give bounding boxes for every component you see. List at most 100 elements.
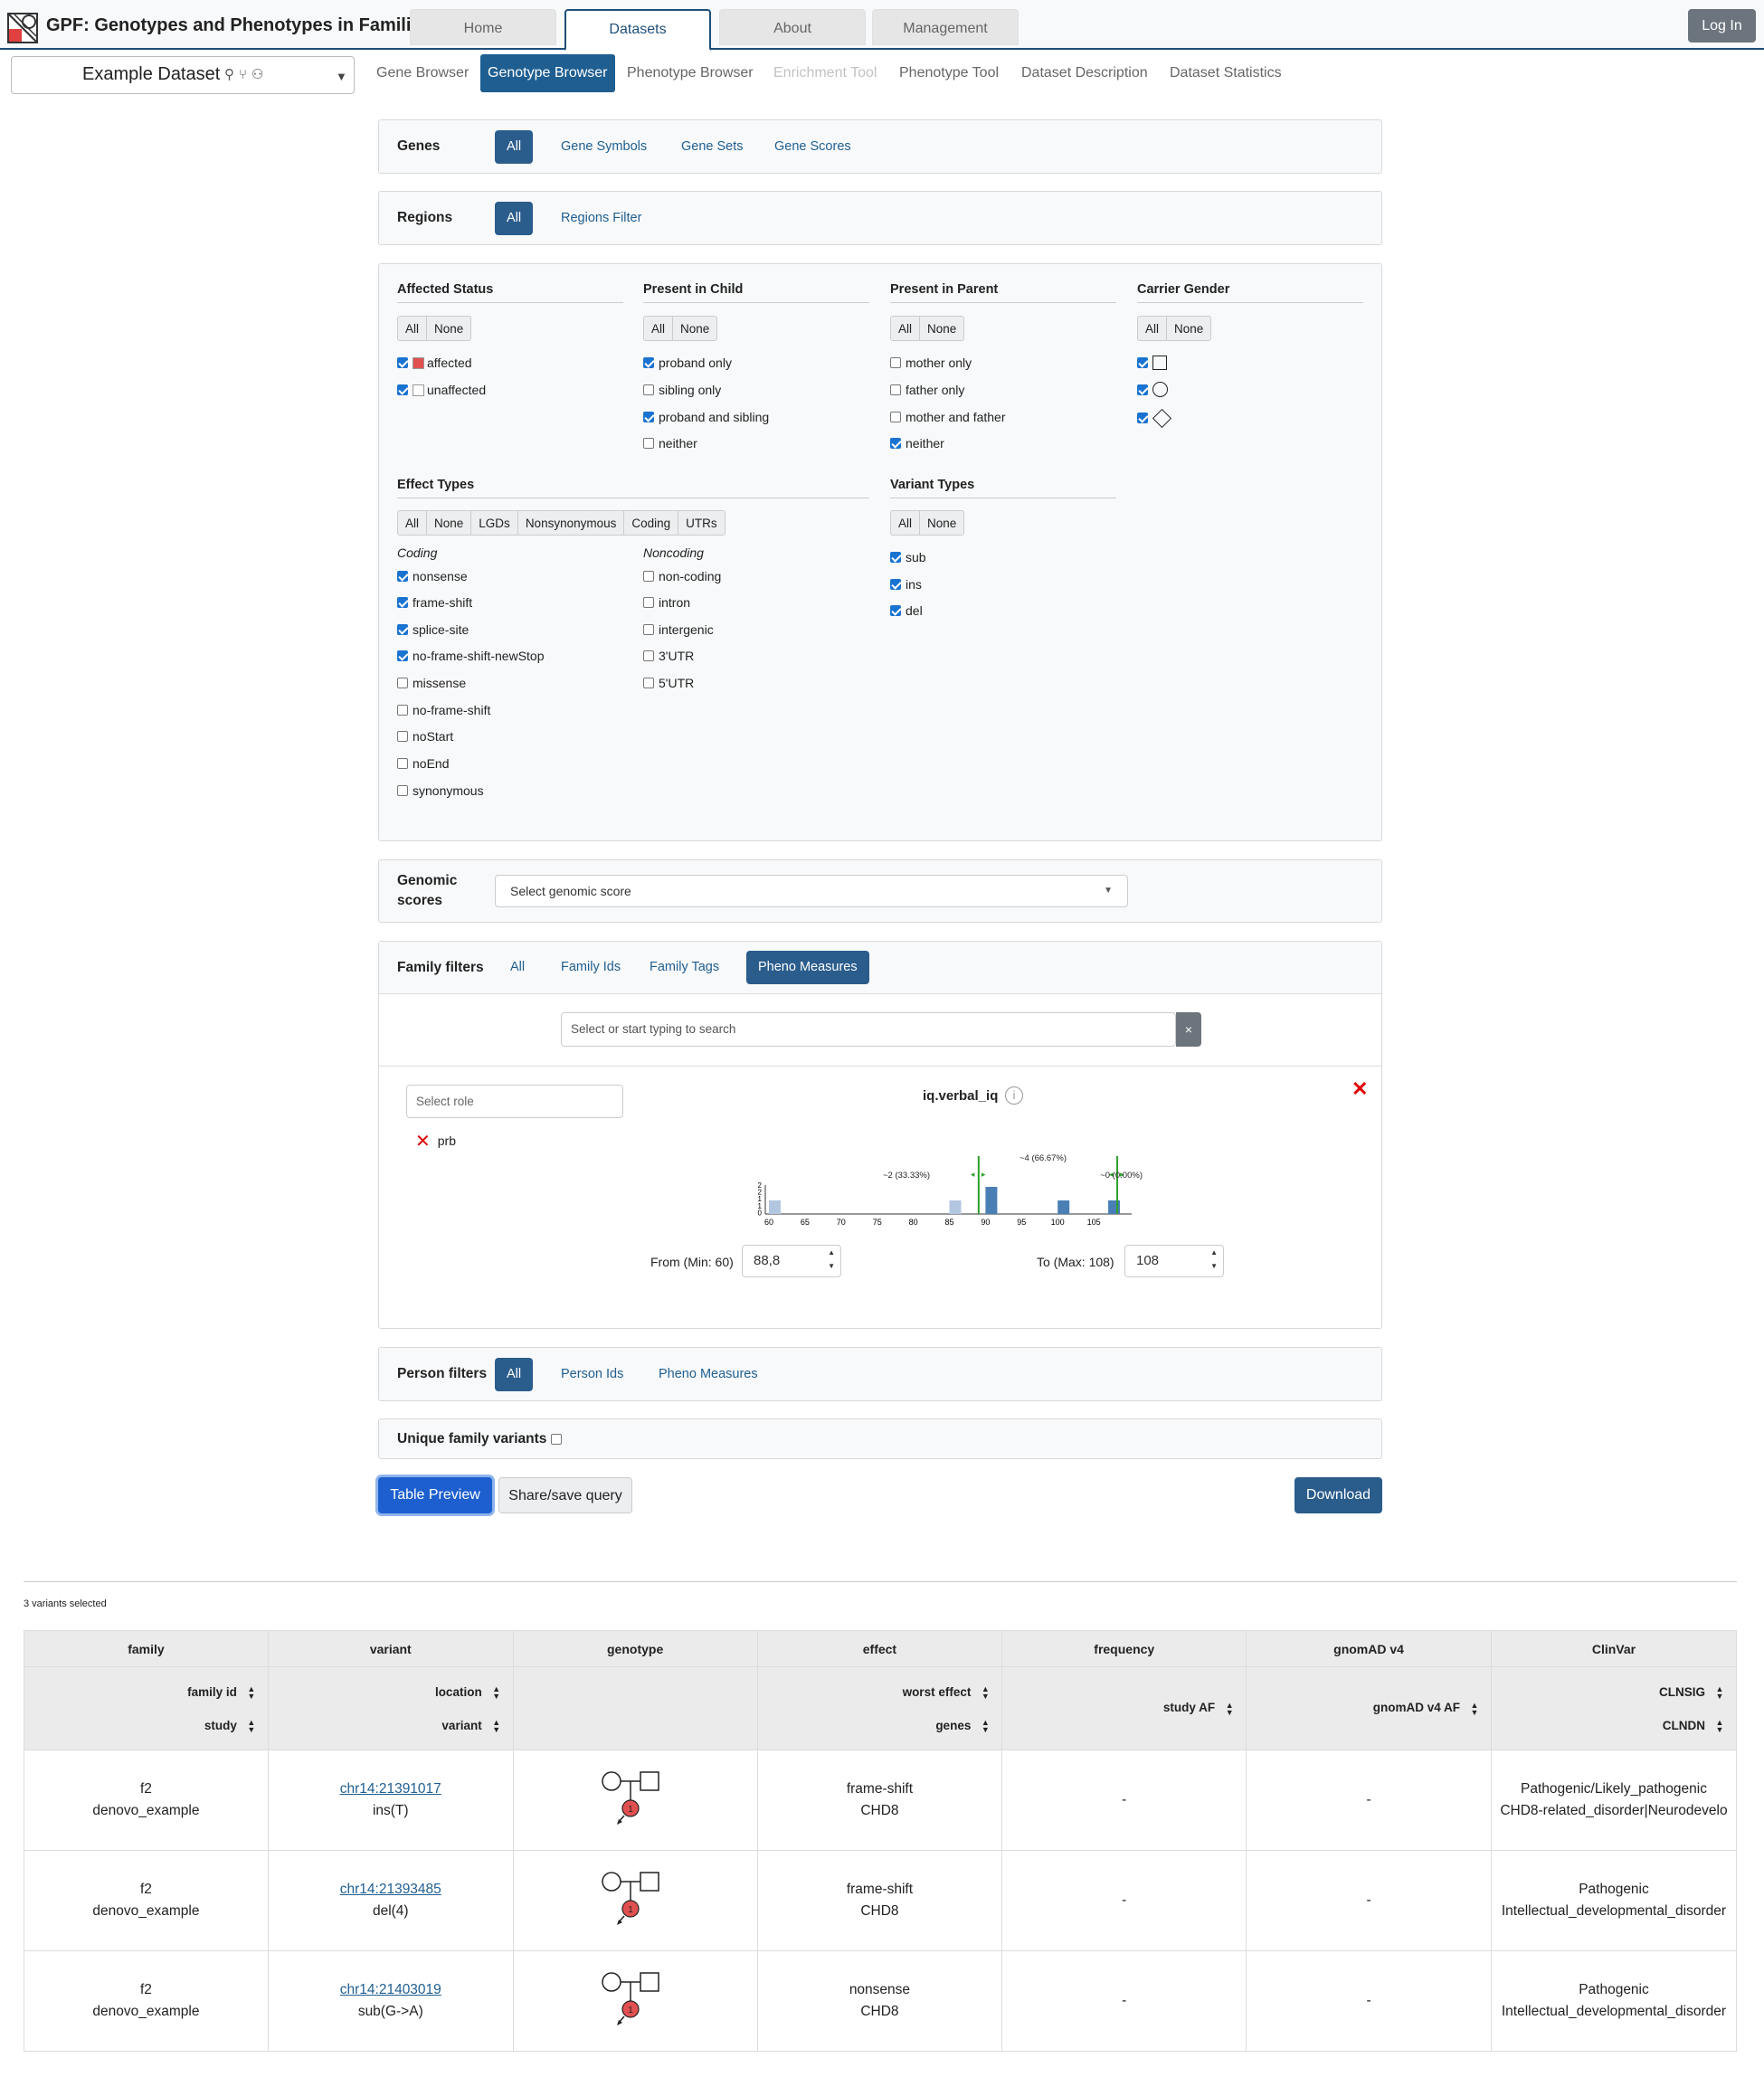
select-all-button[interactable]: All — [891, 317, 921, 340]
checkbox-unspecified[interactable] — [1137, 408, 1172, 429]
checkbox-splice-site[interactable]: splice-site — [397, 621, 469, 638]
checkbox-intron[interactable]: intron — [643, 594, 690, 611]
checkbox-father-only[interactable]: father only — [890, 382, 964, 398]
share-save-query-button[interactable]: Share/save query — [498, 1477, 632, 1513]
checkbox-mother-and-father[interactable]: mother and father — [890, 409, 1006, 425]
effect-coding-button[interactable]: Coding — [624, 511, 679, 535]
select-all-button[interactable]: All — [1138, 317, 1168, 340]
location-link[interactable]: chr14:21391017 — [340, 1781, 441, 1797]
regions-tab-filter[interactable]: Regions Filter — [549, 202, 653, 235]
select-all-button[interactable]: All — [891, 511, 921, 535]
person-tab-all[interactable]: All — [495, 1358, 534, 1391]
remove-role-icon[interactable]: ✕ — [415, 1132, 431, 1152]
effect-lgds-button[interactable]: LGDs — [471, 511, 518, 535]
checkbox-child-neither[interactable]: neither — [643, 435, 697, 451]
sort-family-id[interactable]: family id ▲ ▼ — [187, 1684, 257, 1700]
checkbox-nostart[interactable]: noStart — [397, 728, 453, 744]
sort-genes[interactable]: genes ▲ ▼ — [935, 1718, 991, 1733]
checkbox-no-frame-shift[interactable]: no-frame-shift — [397, 702, 490, 718]
effect-none-button[interactable]: None — [427, 511, 472, 535]
checkbox-5utr[interactable]: 5'UTR — [643, 675, 694, 691]
download-button[interactable]: Download — [1295, 1477, 1382, 1513]
checkbox-proband-and-sibling[interactable]: proband and sibling — [643, 409, 769, 425]
sort-study-af[interactable]: study AF ▲ ▼ — [1163, 1701, 1235, 1716]
effect-utrs-button[interactable]: UTRs — [678, 511, 725, 535]
checkbox-female[interactable] — [1137, 382, 1168, 398]
arrow-left-icon[interactable]: ◂ — [971, 1170, 975, 1179]
checkbox-nonsense[interactable]: nonsense — [397, 568, 468, 584]
sort-gnomad-af[interactable]: gnomAD v4 AF ▲ ▼ — [1373, 1701, 1480, 1716]
checkbox-frame-shift[interactable]: frame-shift — [397, 594, 472, 611]
sort-variant[interactable]: variant ▲ ▼ — [441, 1718, 501, 1733]
dataset-selector[interactable]: Example Dataset ⚲⑂⚇ ▼ — [11, 56, 355, 94]
close-icon[interactable]: ✕ — [1351, 1077, 1368, 1101]
pedigree-icon[interactable]: 1 — [512, 1950, 758, 2052]
subtab-phenotype-browser[interactable]: Phenotype Browser — [620, 54, 761, 92]
select-all-button[interactable]: All — [398, 317, 428, 340]
select-all-button[interactable]: All — [644, 317, 674, 340]
tab-home[interactable]: Home — [410, 9, 556, 45]
genes-tab-gene-sets[interactable]: Gene Sets — [669, 130, 755, 164]
pedigree-icon[interactable]: 1 — [512, 1750, 758, 1851]
checkbox-3utr[interactable]: 3'UTR — [643, 648, 694, 664]
sort-clnsig[interactable]: CLNSIG ▲ ▼ — [1659, 1684, 1725, 1700]
location-link[interactable]: chr14:21393485 — [340, 1882, 441, 1897]
family-tab-family-tags[interactable]: Family Tags — [638, 951, 731, 984]
pheno-measure-search-input[interactable]: Select or start typing to search — [561, 1012, 1176, 1047]
checkbox-non-coding[interactable]: non-coding — [643, 568, 721, 584]
genes-tab-all[interactable]: All — [495, 130, 534, 164]
login-button[interactable]: Log In — [1688, 9, 1756, 43]
location-link[interactable]: chr14:21403019 — [340, 1982, 441, 1997]
select-none-button[interactable]: None — [1167, 317, 1210, 340]
sort-location[interactable]: location ▲ ▼ — [435, 1684, 502, 1700]
unique-variants-checkbox[interactable] — [551, 1434, 562, 1445]
checkbox-no-frame-shift-newstop[interactable]: no-frame-shift-newStop — [397, 648, 545, 664]
genes-tab-gene-symbols[interactable]: Gene Symbols — [549, 130, 659, 164]
subtab-gene-browser[interactable]: Gene Browser — [369, 54, 476, 92]
stepper-icon[interactable]: ▲ ▼ — [1210, 1246, 1218, 1273]
family-tab-pheno-measures[interactable]: Pheno Measures — [746, 951, 869, 984]
sort-clndn[interactable]: CLNDN ▲ ▼ — [1663, 1718, 1725, 1733]
checkbox-synonymous[interactable]: synonymous — [397, 782, 484, 799]
tab-management[interactable]: Management — [872, 9, 1019, 45]
checkbox-mother-only[interactable]: mother only — [890, 355, 972, 371]
checkbox-sibling-only[interactable]: sibling only — [643, 382, 721, 398]
sort-worst-effect[interactable]: worst effect ▲ ▼ — [903, 1684, 991, 1700]
effect-nonsynonymous-button[interactable]: Nonsynonymous — [518, 511, 625, 535]
effect-all-button[interactable]: All — [398, 511, 428, 535]
genomic-score-select[interactable]: Select genomic score ▼ — [495, 875, 1128, 907]
select-none-button[interactable]: None — [920, 317, 963, 340]
info-icon[interactable]: i — [1005, 1086, 1023, 1105]
to-input[interactable]: 108 ▲ ▼ — [1124, 1245, 1224, 1277]
subtab-dataset-description[interactable]: Dataset Description — [1014, 54, 1155, 92]
checkbox-sub[interactable]: sub — [890, 549, 926, 565]
clear-search-button[interactable]: × — [1176, 1012, 1201, 1047]
tab-datasets[interactable]: Datasets — [564, 9, 711, 51]
person-tab-person-ids[interactable]: Person Ids — [549, 1358, 635, 1391]
pedigree-icon[interactable]: 1 — [512, 1850, 758, 1951]
table-preview-button[interactable]: Table Preview — [378, 1477, 492, 1513]
role-select-input[interactable]: Select role — [406, 1085, 623, 1118]
checkbox-parent-neither[interactable]: neither — [890, 435, 944, 451]
arrow-right-icon[interactable]: ▸ — [982, 1170, 986, 1179]
genes-tab-gene-scores[interactable]: Gene Scores — [763, 130, 863, 164]
checkbox-affected[interactable]: affected — [397, 355, 472, 371]
person-tab-pheno-measures[interactable]: Pheno Measures — [647, 1358, 770, 1391]
family-tab-family-ids[interactable]: Family Ids — [549, 951, 632, 984]
checkbox-del[interactable]: del — [890, 602, 923, 619]
subtab-phenotype-tool[interactable]: Phenotype Tool — [892, 54, 1006, 92]
select-none-button[interactable]: None — [427, 317, 470, 340]
regions-tab-all[interactable]: All — [495, 202, 534, 235]
family-tab-all[interactable]: All — [498, 951, 536, 984]
sort-study[interactable]: study ▲ ▼ — [204, 1718, 257, 1733]
subtab-dataset-statistics[interactable]: Dataset Statistics — [1162, 54, 1289, 92]
checkbox-missense[interactable]: missense — [397, 675, 466, 691]
checkbox-noend[interactable]: noEnd — [397, 755, 449, 772]
subtab-genotype-browser[interactable]: Genotype Browser — [480, 54, 615, 92]
from-input[interactable]: 88,8 ▲ ▼ — [742, 1245, 841, 1277]
stepper-icon[interactable]: ▲ ▼ — [828, 1246, 835, 1273]
checkbox-proband-only[interactable]: proband only — [643, 355, 732, 371]
checkbox-ins[interactable]: ins — [890, 576, 922, 593]
select-none-button[interactable]: None — [920, 511, 963, 535]
checkbox-unaffected[interactable]: unaffected — [397, 382, 486, 398]
